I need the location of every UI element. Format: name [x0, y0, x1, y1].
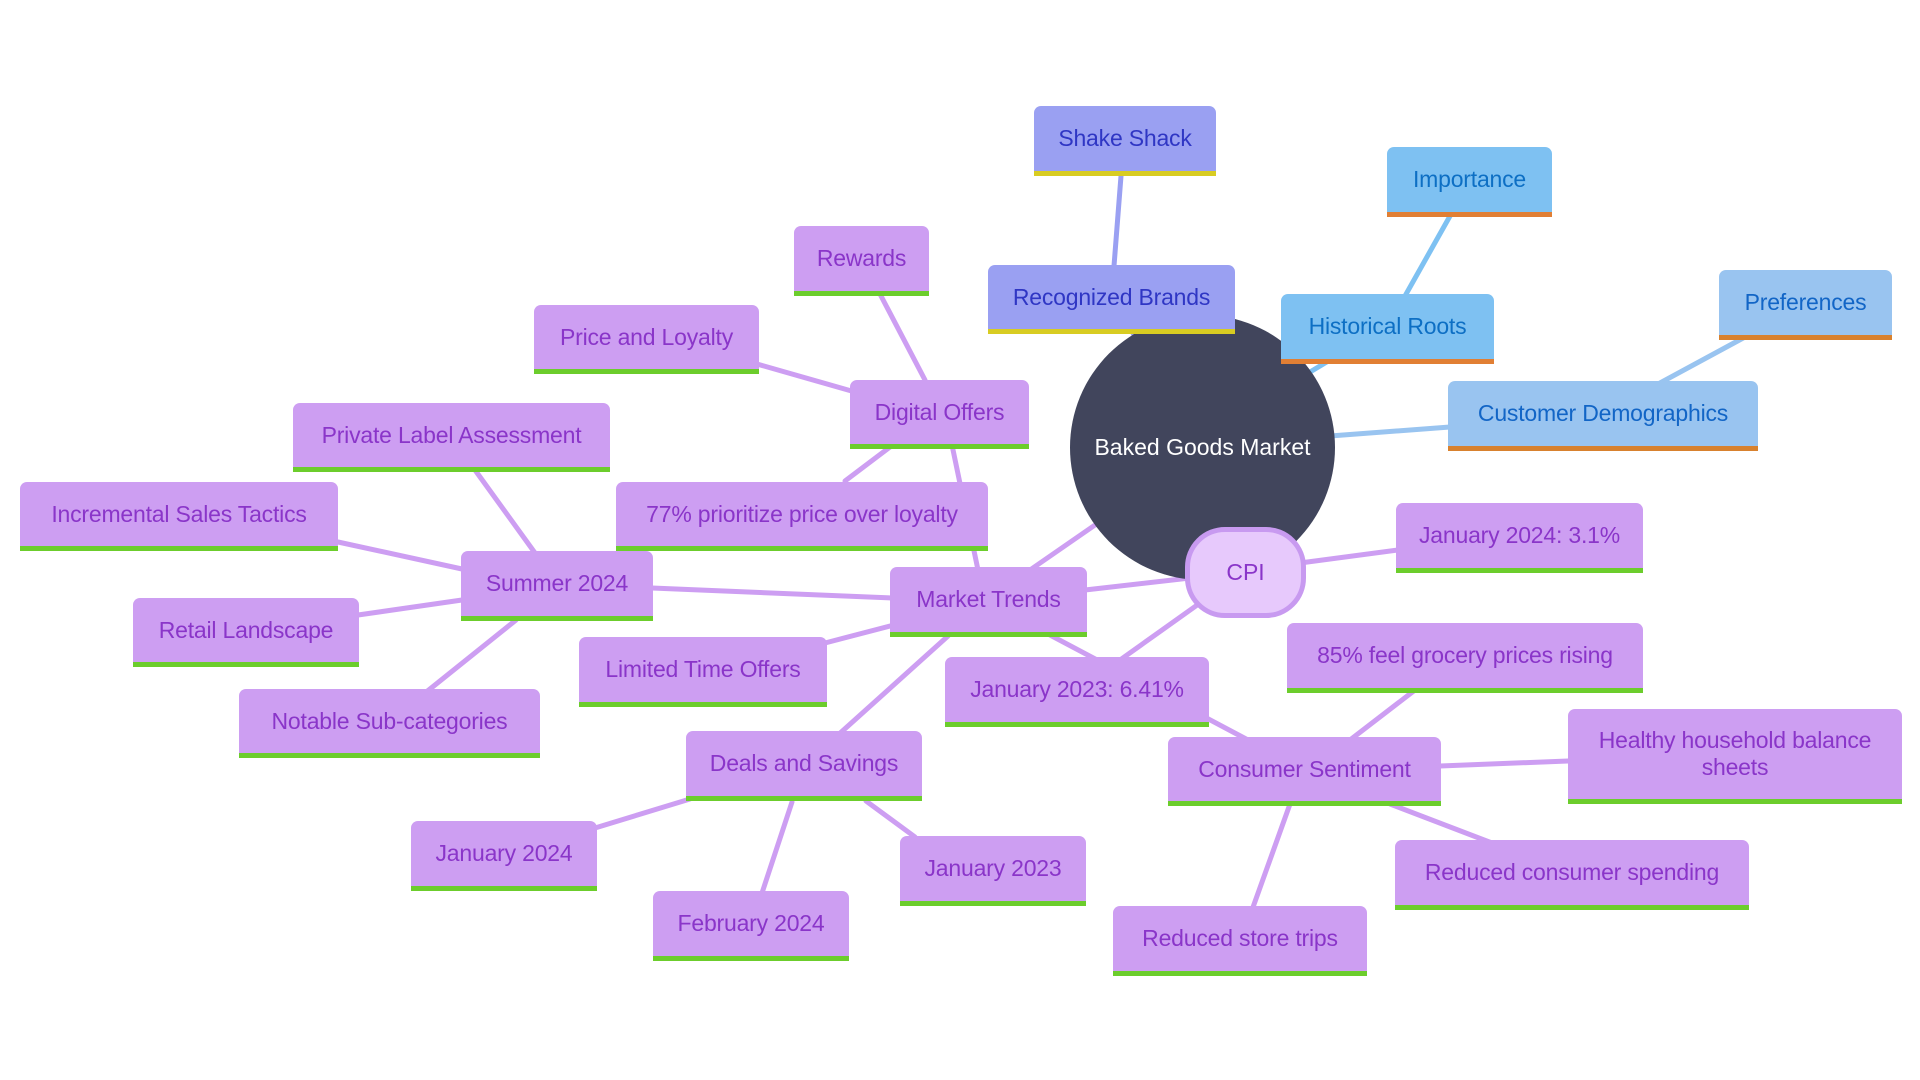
edge-recognized-brands-shake-shack	[1111, 173, 1124, 269]
edge-cpi-jan-2024-cpi	[1297, 547, 1401, 566]
edge-digital-offers-price-loyalty	[754, 361, 858, 395]
edge-root-customer-demographics	[1327, 424, 1453, 439]
node-label: Recognized Brands	[1012, 283, 1211, 310]
edge-summer-2024-incremental-sales	[335, 539, 465, 572]
node-label: Consumer Sentiment	[1198, 755, 1411, 782]
node-rewards[interactable]: Rewards	[794, 226, 929, 296]
node-market-trends[interactable]: Market Trends	[890, 567, 1087, 637]
node-preferences[interactable]: Preferences	[1719, 270, 1892, 340]
node-label: Shake Shack	[1058, 125, 1192, 151]
node-cpi[interactable]: CPI	[1185, 527, 1306, 618]
node-label: Digital Offers	[874, 398, 1005, 425]
edge-consumer-sentiment-reduced-trips	[1249, 801, 1293, 913]
node-customer-demographics[interactable]: Customer Demographics	[1448, 381, 1758, 451]
node-label: January 2024: 3.1%	[1419, 522, 1620, 548]
node-label: CPI	[1226, 559, 1265, 585]
node-label: Price and Loyalty	[559, 323, 734, 350]
edge-consumer-sentiment-reduced-spending	[1387, 801, 1495, 846]
node-jan-2024-cpi[interactable]: January 2024: 3.1%	[1396, 503, 1643, 573]
edge-consumer-sentiment-healthy	[1437, 758, 1571, 769]
node-label: January 2023	[924, 855, 1062, 881]
node-label: January 2024	[435, 840, 573, 866]
node-incremental-sales-tactics[interactable]: Incremental Sales Tactics	[20, 482, 338, 551]
node-digital-offers[interactable]: Digital Offers	[850, 380, 1029, 449]
node-label: Incremental Sales Tactics	[51, 500, 307, 527]
node-limited-time-offers[interactable]: Limited Time Offers	[579, 637, 827, 707]
edge-historical-roots-importance	[1402, 213, 1453, 299]
node-summer-2024[interactable]: Summer 2024	[461, 551, 653, 621]
node-reduced-store-trips[interactable]: Reduced store trips	[1113, 906, 1367, 976]
edge-consumer-sentiment-grocery	[1347, 687, 1418, 743]
node-label: Historical Roots	[1308, 313, 1467, 339]
node-label: Customer Demographics	[1477, 400, 1729, 426]
node-label: Summer 2024	[485, 570, 629, 596]
node-prioritize-price[interactable]: 77% prioritize price over loyalty	[616, 482, 988, 551]
node-grocery-prices-rising[interactable]: 85% feel grocery prices rising	[1287, 623, 1643, 693]
node-label: 77% prioritize price over loyalty	[646, 500, 958, 527]
node-label: Private Label Assessment	[321, 421, 582, 448]
node-notable-subcategories[interactable]: Notable Sub-categories	[239, 689, 540, 758]
node-healthy-balance-sheets[interactable]: Healthy household balance sheets	[1568, 709, 1902, 804]
edge-deals-savings-feb-2024	[759, 799, 795, 896]
node-shake-shack[interactable]: Shake Shack	[1034, 106, 1216, 176]
node-consumer-sentiment[interactable]: Consumer Sentiment	[1168, 737, 1441, 806]
node-importance[interactable]: Importance	[1387, 147, 1552, 217]
node-label: Deals and Savings	[709, 750, 899, 776]
node-jan-2023[interactable]: January 2023	[900, 836, 1086, 906]
node-private-label-assessment[interactable]: Private Label Assessment	[293, 403, 610, 472]
edge-summer-2024-private-label	[472, 467, 538, 556]
node-label: February 2024	[677, 910, 825, 936]
edge-cpi-jan-2023-cpi	[1117, 600, 1203, 663]
node-label: Reduced store trips	[1142, 925, 1338, 951]
node-historical-roots[interactable]: Historical Roots	[1281, 294, 1494, 364]
edge-summer-2024-retail-landscape	[355, 597, 465, 618]
edge-summer-2024-notable-subcategories	[422, 617, 519, 696]
node-label: Notable Sub-categories	[271, 707, 508, 734]
node-label: Reduced consumer spending	[1424, 859, 1720, 885]
node-jan-2023-cpi[interactable]: January 2023: 6.41%	[945, 657, 1209, 727]
node-recognized-brands[interactable]: Recognized Brands	[988, 265, 1235, 334]
node-label: 85% feel grocery prices rising	[1317, 642, 1613, 668]
node-label: Healthy household balance sheets	[1598, 727, 1872, 780]
edge-market-trends-limited-time-offers	[822, 623, 893, 646]
node-feb-2024[interactable]: February 2024	[653, 891, 849, 961]
edge-customer-demographics-preferences	[1657, 334, 1748, 386]
node-label: Market Trends	[916, 586, 1061, 612]
node-label: Preferences	[1744, 289, 1867, 315]
edge-market-trends-cpi	[1082, 575, 1193, 593]
node-label: Rewards	[816, 245, 907, 271]
node-reduced-spending[interactable]: Reduced consumer spending	[1395, 840, 1749, 910]
node-jan-2024[interactable]: January 2024	[411, 821, 597, 891]
root-label: Baked Goods Market	[1094, 434, 1311, 460]
node-label: January 2023: 6.41%	[970, 676, 1184, 702]
edge-deals-savings-jan-2024	[592, 796, 693, 831]
node-retail-landscape[interactable]: Retail Landscape	[133, 598, 359, 667]
node-label: Importance	[1412, 166, 1527, 192]
edge-root-market-trends	[1027, 522, 1098, 573]
edge-digital-offers-rewards	[877, 291, 928, 383]
edge-market-trends-summer-2024	[649, 585, 895, 601]
edge-deals-savings-jan-2023	[863, 798, 918, 840]
node-price-and-loyalty[interactable]: Price and Loyalty	[534, 305, 759, 374]
node-deals-and-savings[interactable]: Deals and Savings	[686, 731, 922, 801]
node-label: Limited Time Offers	[605, 656, 801, 682]
edge-digital-offers-prioritize-price	[842, 444, 893, 484]
edge-market-trends-deals-savings	[835, 633, 951, 738]
node-label: Retail Landscape	[158, 616, 334, 643]
